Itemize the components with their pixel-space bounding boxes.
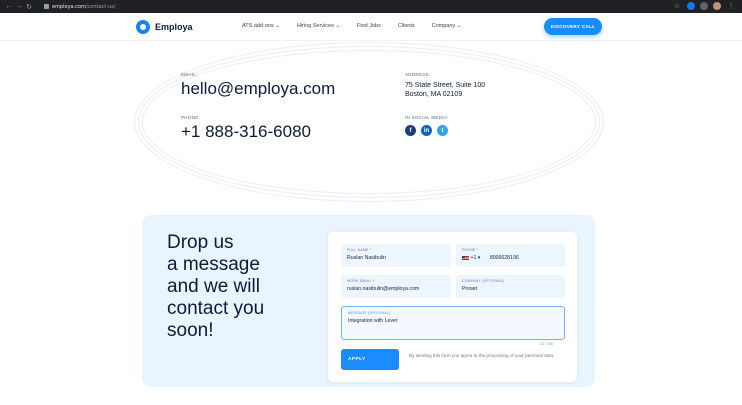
social-label: IN SOCIAL MEDIA: <box>405 115 449 120</box>
star-icon[interactable]: ☆ <box>672 2 682 10</box>
nav-clients[interactable]: Clients <box>398 23 415 29</box>
full-name-value: Ruslan Nasibulin <box>347 255 386 261</box>
form-headline: Drop us a message and we will contact yo… <box>167 232 317 342</box>
email-link[interactable]: hello@employa.com <box>181 79 335 99</box>
work-email-field[interactable]: WORK EMAIL * ruslan.nasibulin@employa.co… <box>341 275 451 298</box>
headline-line: soon! <box>167 320 214 341</box>
phone-input-row: +1 ▾ 8006628196 <box>462 255 519 261</box>
message-textarea[interactable]: MESSAGE (OPTIONAL) Integration with Leve… <box>341 306 565 340</box>
profile-avatar[interactable] <box>713 2 721 10</box>
full-name-label: FULL NAME * <box>347 248 372 252</box>
phone-link[interactable]: +1 888-316-6080 <box>181 122 311 142</box>
address-line-1: 75 State Street, Suite 100 <box>405 82 486 89</box>
nav-ats-addons[interactable]: ATS add-ons ⌄ <box>242 23 280 29</box>
puzzle-icon[interactable] <box>700 2 708 10</box>
site-header: Employa ATS add-ons ⌄ Hiring Services ⌄ … <box>0 13 742 41</box>
address-bar[interactable]: employa.com /contact-us/ <box>40 2 120 11</box>
company-field[interactable]: COMPANY (OPTIONAL) Proset <box>456 275 565 298</box>
lock-icon <box>44 4 49 9</box>
phone-value: 8006628196 <box>489 255 519 261</box>
headline-line: Drop us <box>167 232 234 253</box>
url-path: /contact-us/ <box>85 3 116 10</box>
company-value: Proset <box>462 286 477 292</box>
work-email-label: WORK EMAIL * <box>347 279 375 283</box>
linkedin-icon[interactable]: in <box>421 125 432 136</box>
message-value: Integration with Lever <box>348 318 398 324</box>
phone-field[interactable]: PHONE * +1 ▾ 8006628196 <box>456 244 565 267</box>
main-nav: ATS add-ons ⌄ Hiring Services ⌄ Find Job… <box>242 23 461 29</box>
email-label: EMAIL: <box>181 72 198 77</box>
message-label: MESSAGE (OPTIONAL) <box>348 311 391 315</box>
reload-icon[interactable]: ↻ <box>24 3 34 11</box>
browser-toolbar: ← → ↻ employa.com /contact-us/ ☆ ⋮ <box>0 0 742 13</box>
discovery-call-button[interactable]: DISCOVERY CALL <box>544 18 602 35</box>
headline-line: a message <box>167 254 260 275</box>
us-flag-icon[interactable] <box>462 255 469 260</box>
full-name-field[interactable]: FULL NAME * Ruslan Nasibulin <box>341 244 451 267</box>
contact-info: EMAIL: hello@employa.com PHONE: +1 888-3… <box>134 42 604 202</box>
headline-line: contact you <box>167 298 265 319</box>
twitter-icon[interactable]: t <box>437 125 448 136</box>
apply-button[interactable]: APPLY <box>341 349 399 370</box>
back-icon[interactable]: ← <box>4 3 14 10</box>
logo-text: Employa <box>155 22 193 32</box>
phone-label: PHONE: <box>181 115 201 120</box>
logo-mark-icon <box>136 20 150 34</box>
headline-line: and we will <box>167 276 260 297</box>
nav-find-jobs[interactable]: Find Jobs <box>357 23 381 29</box>
logo[interactable]: Employa <box>136 20 193 34</box>
work-email-value: ruslan.nasibulin@employa.com <box>347 286 420 292</box>
address-line-2: Boston, MA 02109 <box>405 91 463 98</box>
consent-text: By sending this form you agree to the pr… <box>409 353 555 358</box>
phone-field-label: PHONE * <box>462 248 479 252</box>
nav-company[interactable]: Company ⌄ <box>432 23 462 29</box>
address-label: ADDRESS: <box>405 72 431 77</box>
country-code-select[interactable]: +1 ▾ <box>470 255 480 261</box>
extension-icon[interactable] <box>687 2 695 10</box>
company-label: COMPANY (OPTIONAL) <box>462 279 505 283</box>
forward-icon[interactable]: → <box>14 3 24 10</box>
facebook-icon[interactable]: f <box>405 125 416 136</box>
character-counter: 22 / 300 <box>540 342 553 346</box>
menu-dots-icon[interactable]: ⋮ <box>726 2 736 10</box>
nav-hiring-services[interactable]: Hiring Services ⌄ <box>297 23 340 29</box>
url-domain: employa.com <box>52 3 86 10</box>
social-links: f in t <box>405 125 448 136</box>
contact-form: FULL NAME * Ruslan Nasibulin PHONE * +1 … <box>328 232 577 382</box>
